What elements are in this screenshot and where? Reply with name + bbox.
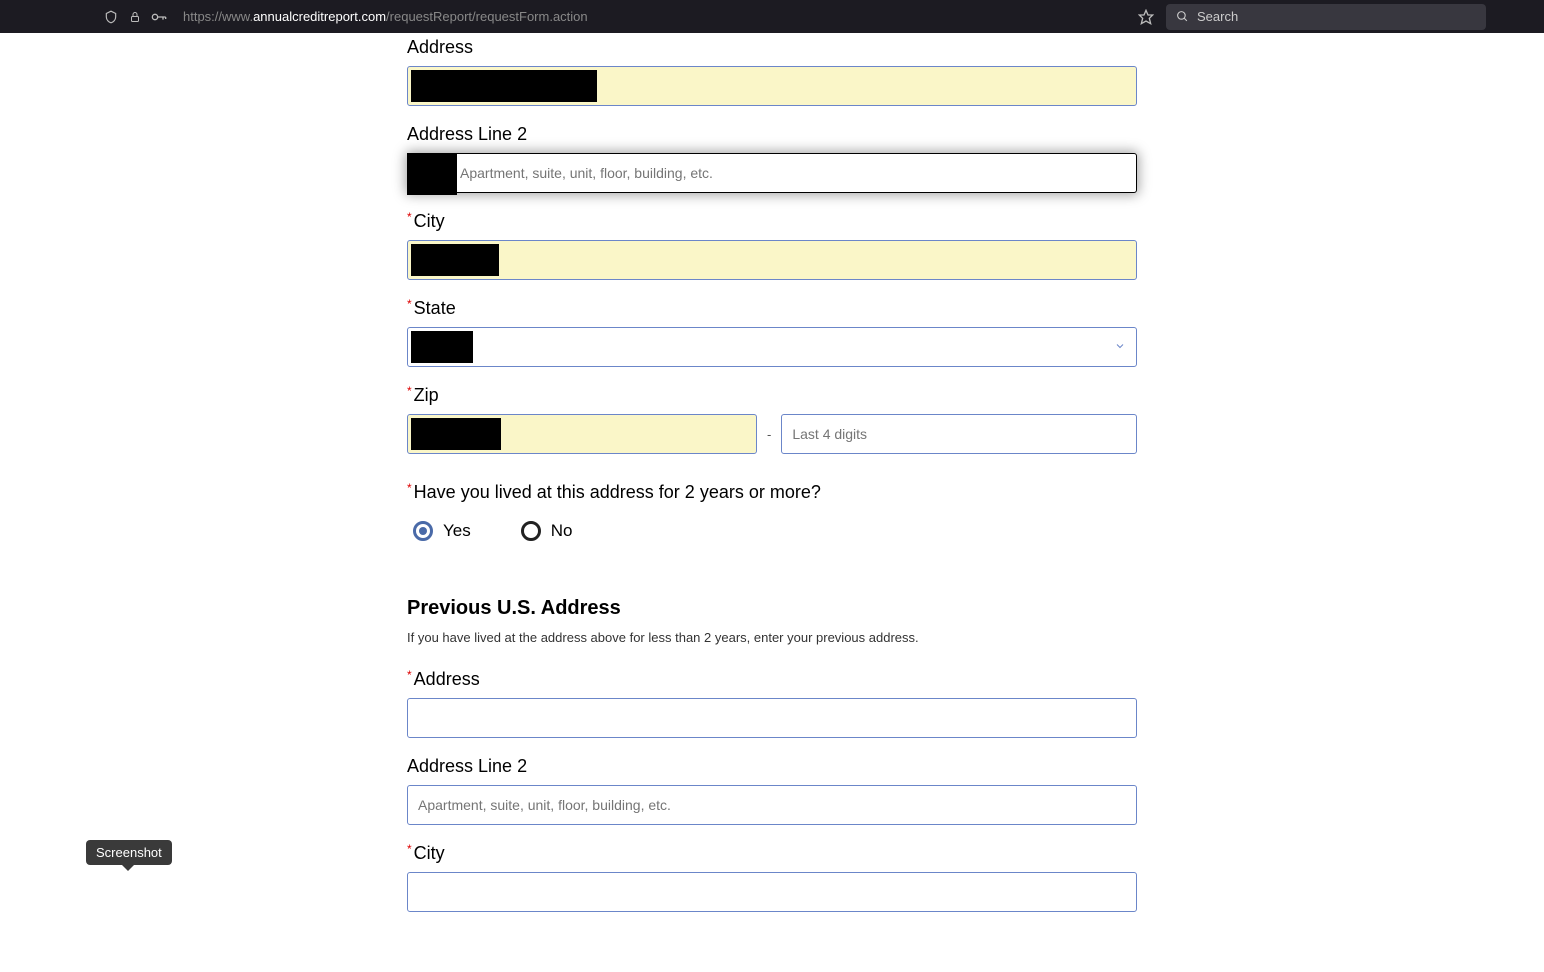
zip-row: - xyxy=(407,414,1137,454)
required-asterisk: * xyxy=(407,668,412,682)
address-input[interactable] xyxy=(407,66,1137,106)
field-address: Address xyxy=(407,33,1137,106)
city-label: *City xyxy=(407,193,1137,240)
radio-no-circle xyxy=(521,521,541,541)
prev-field-address2: Address Line 2 xyxy=(407,738,1137,825)
radio-no-label: No xyxy=(551,521,573,541)
city-input[interactable] xyxy=(407,240,1137,280)
screenshot-tooltip-text: Screenshot xyxy=(96,845,162,860)
prev-address-input[interactable] xyxy=(407,698,1137,738)
required-asterisk: * xyxy=(407,481,412,495)
city-input-wrap xyxy=(407,240,1137,280)
previous-address-heading: Previous U.S. Address xyxy=(407,561,1137,630)
zip-dash: - xyxy=(767,427,771,442)
field-address2: Address Line 2 xyxy=(407,106,1137,193)
screenshot-tooltip: Screenshot xyxy=(86,840,172,865)
address2-input[interactable] xyxy=(407,153,1137,193)
state-label: *State xyxy=(407,280,1137,327)
zip5-wrap xyxy=(407,414,757,454)
radio-dot-icon xyxy=(419,527,427,535)
radio-yes-circle xyxy=(413,521,433,541)
zip5-input[interactable] xyxy=(407,414,757,454)
search-placeholder: Search xyxy=(1197,9,1238,24)
field-zip: *Zip - xyxy=(407,367,1137,454)
required-asterisk: * xyxy=(407,842,412,856)
zip-label: *Zip xyxy=(407,367,1137,414)
field-city: *City xyxy=(407,193,1137,280)
required-asterisk: * xyxy=(407,384,412,398)
address2-label: Address Line 2 xyxy=(407,106,1137,153)
address2-input-wrap xyxy=(407,153,1137,193)
radio-yes[interactable]: Yes xyxy=(413,521,471,541)
radio-no[interactable]: No xyxy=(521,521,573,541)
browser-toolbar: https://www.annualcreditreport.com/reque… xyxy=(0,0,1544,33)
shield-icon[interactable] xyxy=(103,9,119,25)
previous-address-subtext: If you have lived at the address above f… xyxy=(407,630,1137,651)
residency-radio-group: Yes No xyxy=(407,521,1137,561)
prev-field-address: *Address xyxy=(407,651,1137,738)
chevron-down-icon xyxy=(1114,339,1126,355)
search-icon xyxy=(1176,10,1189,23)
radio-yes-label: Yes xyxy=(443,521,471,541)
search-box[interactable]: Search xyxy=(1166,4,1486,30)
bookmark-star-icon[interactable] xyxy=(1134,9,1158,25)
zip4-wrap xyxy=(781,414,1137,454)
url-bar[interactable]: https://www.annualcreditreport.com/reque… xyxy=(175,9,1126,24)
address-label: Address xyxy=(407,33,1137,66)
prev-address2-input[interactable] xyxy=(407,785,1137,825)
address-input-wrap xyxy=(407,66,1137,106)
required-asterisk: * xyxy=(407,297,412,311)
state-select[interactable] xyxy=(407,327,1137,367)
page-content: Address Address Line 2 *City *State xyxy=(0,33,1544,972)
prev-address-label: *Address xyxy=(407,651,1137,698)
key-icon[interactable] xyxy=(151,9,167,25)
prev-field-city: *City xyxy=(407,825,1137,912)
prev-address2-label: Address Line 2 xyxy=(407,738,1137,785)
field-state: *State xyxy=(407,280,1137,367)
state-select-wrap xyxy=(407,327,1137,367)
lock-icon[interactable] xyxy=(127,9,143,25)
prev-city-label: *City xyxy=(407,825,1137,872)
residency-question: *Have you lived at this address for 2 ye… xyxy=(407,454,1137,521)
zip4-input[interactable] xyxy=(781,414,1137,454)
form-container: Address Address Line 2 *City *State xyxy=(407,33,1137,972)
url-text: https://www.annualcreditreport.com/reque… xyxy=(183,9,588,24)
prev-city-input[interactable] xyxy=(407,872,1137,912)
required-asterisk: * xyxy=(407,210,412,224)
